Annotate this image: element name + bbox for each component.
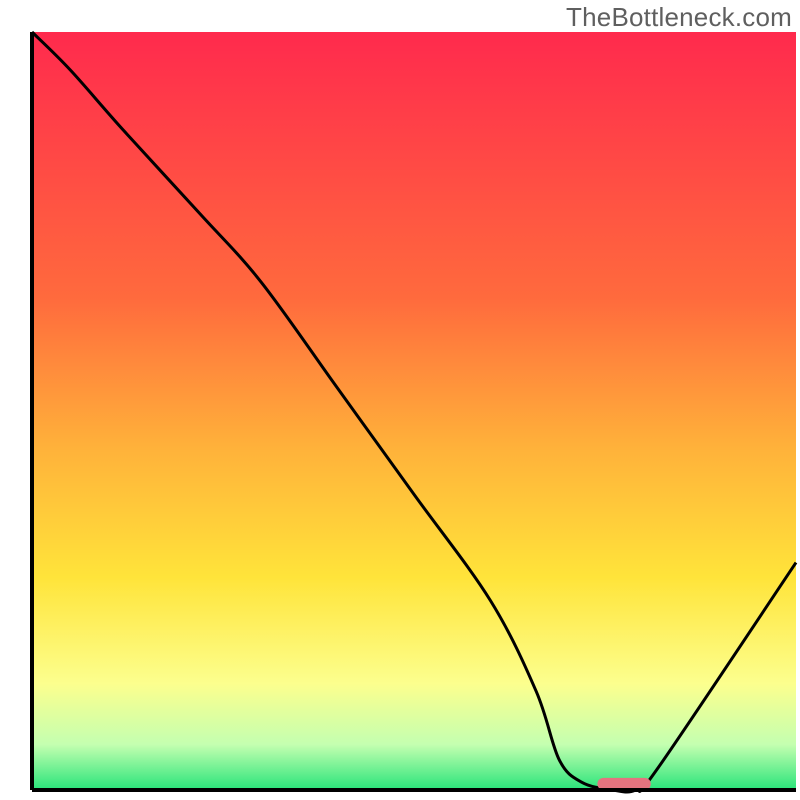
plot-background xyxy=(32,32,796,790)
chart-svg xyxy=(0,0,800,800)
bottleneck-chart: TheBottleneck.com xyxy=(0,0,800,800)
watermark-text: TheBottleneck.com xyxy=(566,2,792,33)
